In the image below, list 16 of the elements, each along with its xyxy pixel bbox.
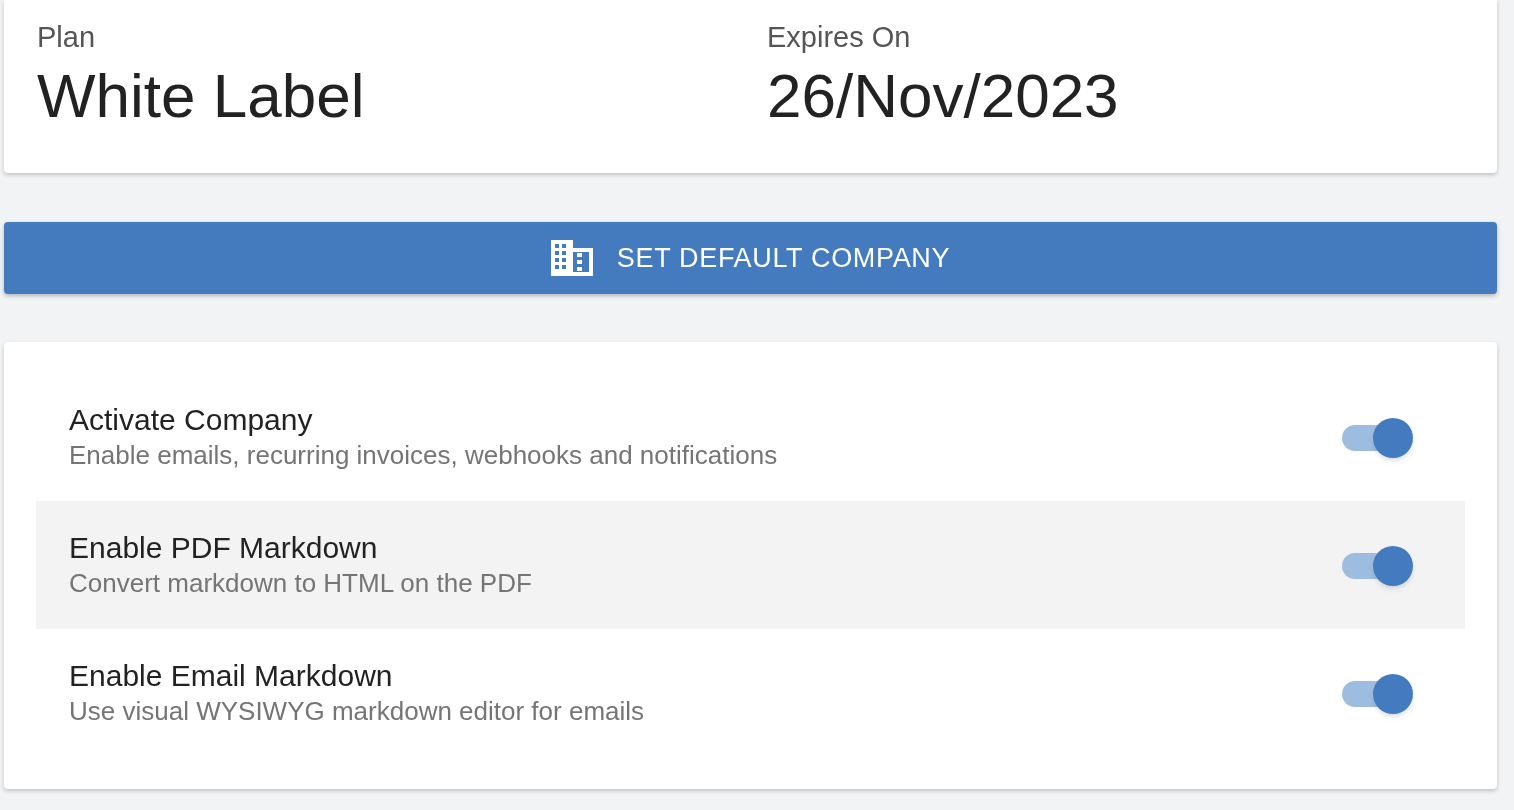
toggle-switch[interactable] — [1341, 673, 1413, 713]
building-icon — [550, 240, 593, 276]
setting-title: Enable Email Markdown — [69, 658, 394, 694]
setting-title: Enable PDF Markdown — [69, 530, 379, 566]
toggle-switch[interactable] — [1341, 417, 1413, 457]
setting-row[interactable]: Enable PDF Markdown Convert markdown to HTML on the PDF — [36, 501, 1465, 629]
field-value: 26/Nov/2023 — [767, 61, 1120, 131]
field-label: Plan — [37, 20, 97, 55]
set-default-company-button[interactable]: SET DEFAULT COMPANY — [4, 222, 1497, 294]
field-value: White Label — [37, 61, 366, 131]
toggle-switch[interactable] — [1341, 545, 1413, 585]
setting-description: Use visual WYSIWYG markdown editor for emails — [69, 695, 645, 728]
field-label: Expires On — [767, 20, 912, 55]
setting-title: Activate Company — [69, 402, 314, 438]
setting-description: Convert markdown to HTML on the PDF — [69, 567, 532, 600]
setting-description: Enable emails, recurring invoices, webhooks and notifications — [69, 439, 778, 472]
